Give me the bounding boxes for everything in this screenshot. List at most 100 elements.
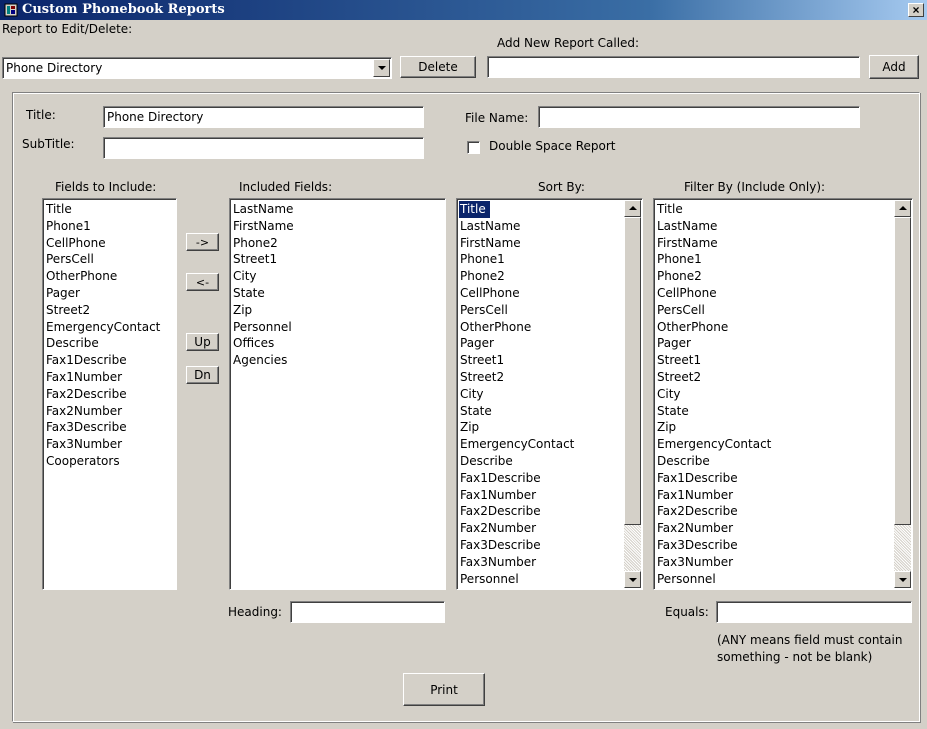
add-button[interactable]: Add — [869, 55, 919, 79]
sort-by-list[interactable]: Title LastName FirstName Phone1 Phone2 CellPh… — [456, 198, 643, 590]
move-left-button[interactable]: <- — [186, 273, 219, 291]
list-item[interactable]: LastName — [656, 218, 894, 235]
title-input[interactable] — [103, 106, 424, 128]
list-item[interactable]: Fax1Number — [45, 369, 176, 386]
list-item[interactable]: PersCell — [45, 251, 176, 268]
list-item[interactable]: LastName — [232, 201, 445, 218]
add-new-report-input[interactable] — [487, 56, 860, 78]
list-item[interactable]: Zip — [459, 419, 624, 436]
list-item[interactable]: EmergencyContact — [459, 436, 624, 453]
move-down-button[interactable]: Dn — [186, 366, 219, 384]
move-right-button[interactable]: -> — [186, 233, 219, 251]
list-item[interactable]: State — [459, 403, 624, 420]
list-item[interactable]: Personnel — [232, 319, 445, 336]
list-item[interactable]: Street1 — [459, 352, 624, 369]
filter-by-list[interactable]: Title LastName FirstName Phone1 Phone2 CellPh… — [653, 198, 913, 590]
list-item[interactable]: EmergencyContact — [656, 436, 894, 453]
list-item[interactable]: Fax1Describe — [45, 352, 176, 369]
close-button[interactable]: × — [908, 3, 924, 17]
list-item[interactable]: Title — [459, 201, 490, 218]
list-item[interactable]: Describe — [459, 453, 624, 470]
list-item[interactable]: Fax3Number — [45, 436, 176, 453]
list-item[interactable]: Fax1Describe — [656, 470, 894, 487]
list-item[interactable]: Personnel — [656, 571, 894, 588]
list-item[interactable]: Zip — [656, 419, 894, 436]
list-item[interactable]: FirstName — [656, 235, 894, 252]
list-item[interactable]: City — [232, 268, 445, 285]
list-item[interactable]: CellPhone — [459, 285, 624, 302]
list-item[interactable]: Street2 — [459, 369, 624, 386]
list-item[interactable]: CellPhone — [656, 285, 894, 302]
list-item[interactable]: FirstName — [459, 235, 624, 252]
list-item[interactable]: Fax3Describe — [45, 419, 176, 436]
list-item[interactable]: Fax3Describe — [656, 537, 894, 554]
list-item[interactable]: Fax2Describe — [656, 503, 894, 520]
list-item[interactable]: Fax2Number — [459, 520, 624, 537]
list-item[interactable]: City — [656, 386, 894, 403]
list-item[interactable]: Phone2 — [459, 268, 624, 285]
list-item[interactable]: OtherPhone — [45, 268, 176, 285]
scroll-down-icon[interactable] — [894, 571, 911, 588]
subtitle-input[interactable] — [103, 137, 424, 159]
list-item[interactable]: Describe — [656, 453, 894, 470]
list-item[interactable]: PersCell — [656, 302, 894, 319]
list-item[interactable]: Phone1 — [45, 218, 176, 235]
heading-input[interactable] — [290, 601, 445, 623]
list-item[interactable]: Fax3Describe — [459, 537, 624, 554]
list-item[interactable]: State — [656, 403, 894, 420]
scroll-thumb[interactable] — [894, 217, 911, 525]
list-item[interactable]: Describe — [45, 335, 176, 352]
list-item[interactable]: LastName — [459, 218, 624, 235]
print-button[interactable]: Print — [403, 673, 485, 706]
report-select-dropdown[interactable]: Phone Directory — [2, 57, 392, 79]
list-item[interactable]: Pager — [459, 335, 624, 352]
list-item[interactable]: Fax3Number — [656, 554, 894, 571]
included-fields-list[interactable]: LastName FirstName Phone2 Street1 City State Z… — [229, 198, 446, 590]
list-item[interactable]: OtherPhone — [656, 319, 894, 336]
sort-by-scrollbar[interactable] — [624, 200, 641, 588]
list-item[interactable]: Phone1 — [656, 251, 894, 268]
list-item[interactable]: Street2 — [656, 369, 894, 386]
list-item[interactable]: Offices — [232, 335, 445, 352]
list-item[interactable]: Fax2Describe — [459, 503, 624, 520]
filter-by-scrollbar[interactable] — [894, 200, 911, 588]
list-item[interactable]: FirstName — [232, 218, 445, 235]
list-item[interactable]: Personnel — [459, 571, 624, 588]
list-item[interactable]: Fax1Number — [459, 487, 624, 504]
scroll-down-icon[interactable] — [624, 571, 641, 588]
scroll-up-icon[interactable] — [894, 200, 911, 217]
list-item[interactable]: EmergencyContact — [45, 319, 176, 336]
fields-to-include-list[interactable]: Title Phone1 CellPhone PersCell OtherPhone Pa… — [42, 198, 177, 590]
list-item[interactable]: Street2 — [45, 302, 176, 319]
list-item[interactable]: Zip — [232, 302, 445, 319]
filename-input[interactable] — [538, 106, 860, 128]
list-item[interactable]: Street1 — [232, 251, 445, 268]
scroll-up-icon[interactable] — [624, 200, 641, 217]
title-bar[interactable]: Custom Phonebook Reports × — [0, 0, 927, 20]
list-item[interactable]: Agencies — [232, 352, 445, 369]
list-item[interactable]: PersCell — [459, 302, 624, 319]
list-item[interactable]: City — [459, 386, 624, 403]
chevron-down-icon[interactable] — [373, 59, 390, 77]
list-item[interactable]: Fax3Number — [459, 554, 624, 571]
list-item[interactable]: Street1 — [656, 352, 894, 369]
list-item[interactable]: Pager — [45, 285, 176, 302]
list-item[interactable]: Title — [45, 201, 176, 218]
delete-button[interactable]: Delete — [400, 56, 476, 78]
list-item[interactable]: Fax2Number — [45, 403, 176, 420]
list-item[interactable]: Fax2Describe — [45, 386, 176, 403]
list-item[interactable]: CellPhone — [45, 235, 176, 252]
list-item[interactable]: Title — [656, 201, 894, 218]
list-item[interactable]: Cooperators — [45, 453, 176, 470]
list-item[interactable]: Phone2 — [656, 268, 894, 285]
list-item[interactable]: Fax1Describe — [459, 470, 624, 487]
list-item[interactable]: Phone1 — [459, 251, 624, 268]
list-item[interactable]: State — [232, 285, 445, 302]
list-item[interactable]: Fax2Number — [656, 520, 894, 537]
equals-input[interactable] — [716, 601, 912, 623]
double-space-checkbox[interactable] — [467, 141, 480, 154]
list-item[interactable]: Phone2 — [232, 235, 445, 252]
list-item[interactable]: OtherPhone — [459, 319, 624, 336]
list-item[interactable]: Pager — [656, 335, 894, 352]
scroll-thumb[interactable] — [624, 217, 641, 525]
